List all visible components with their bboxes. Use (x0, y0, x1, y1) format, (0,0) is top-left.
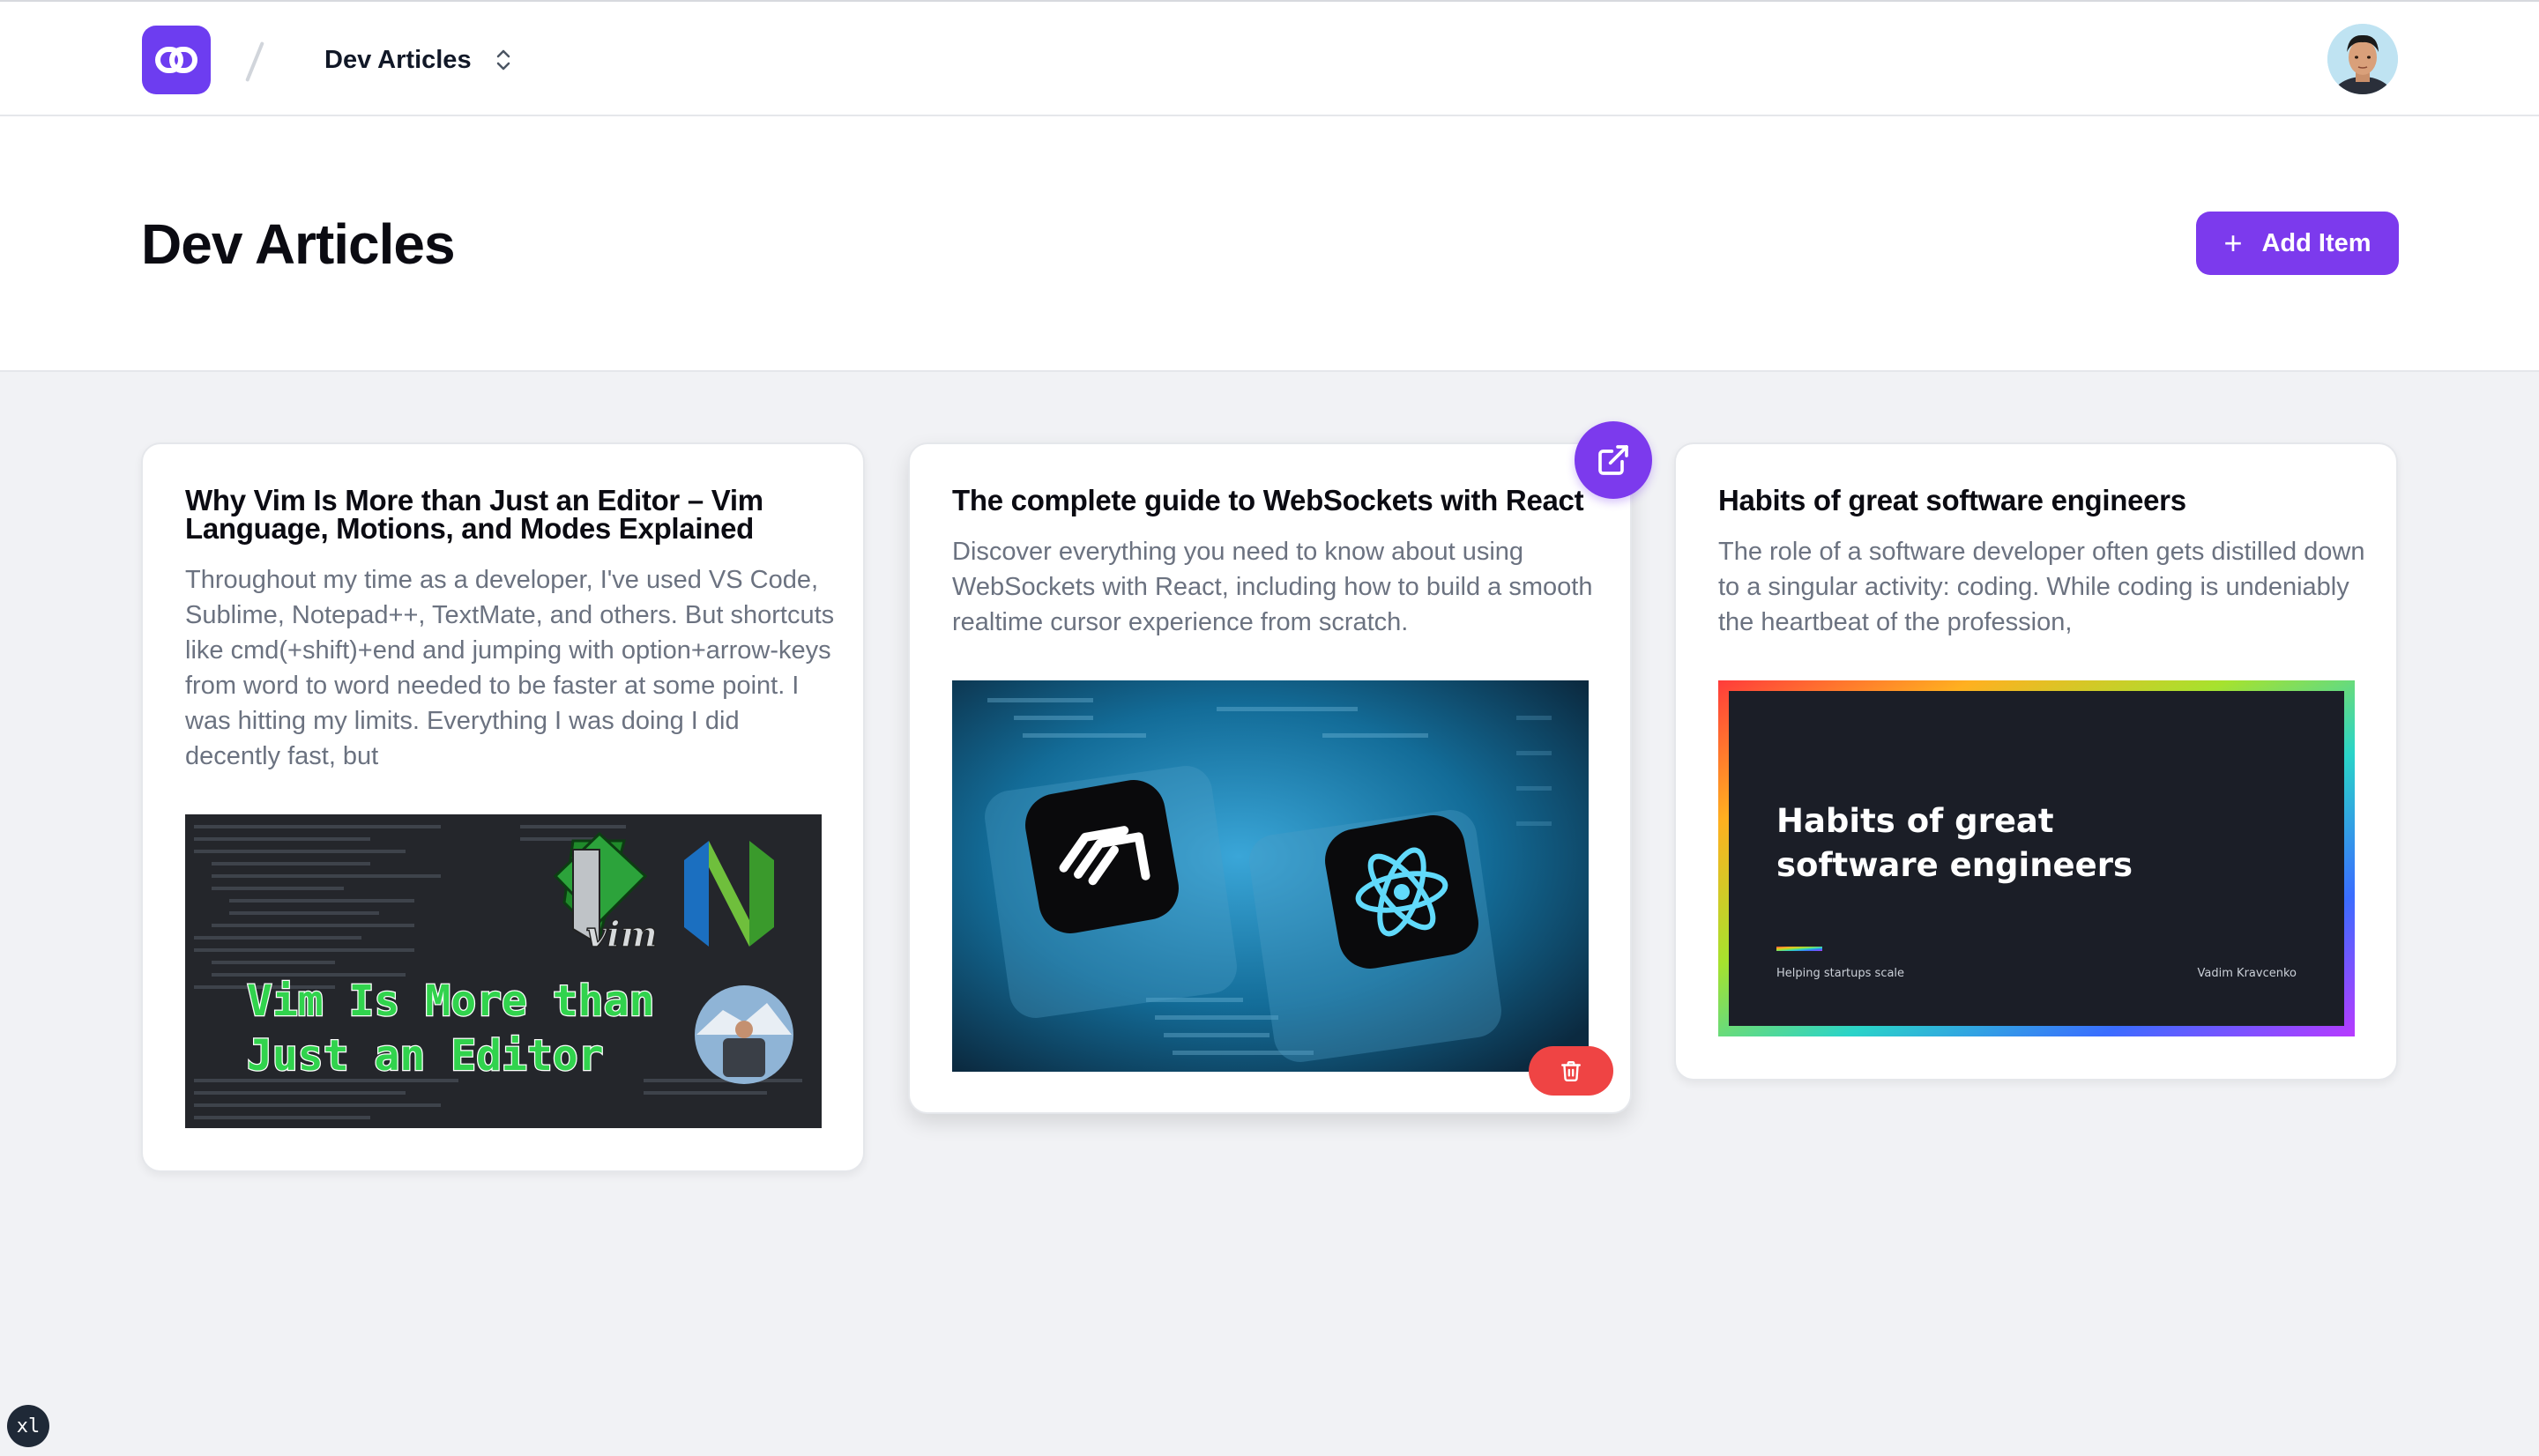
delete-article-button[interactable] (1529, 1046, 1613, 1096)
thumbnail-headline-line2: Just an Editor (247, 1031, 604, 1081)
breadcrumb-separator (245, 41, 264, 83)
article-title: Habits of great software engineers (1718, 484, 2186, 516)
thumbnail-footer-right: Vadim Kravcenko (2198, 967, 2297, 980)
screen-size-badge: xl (7, 1405, 49, 1447)
author-photo (695, 985, 793, 1084)
article-title: Why Vim Is More than Just an Editor – Vi… (185, 484, 763, 545)
top-navigation-bar: Dev Articles (0, 0, 2539, 116)
page-header: Dev Articles + Add Item (0, 116, 2539, 372)
workspace-switcher[interactable]: Dev Articles (324, 41, 512, 79)
page-title: Dev Articles (141, 212, 456, 276)
article-description: Discover everything you need to know abo… (952, 538, 1593, 636)
article-thumbnail-habits: Habits of great software engineers Helpi… (1718, 680, 2355, 1036)
article-title: The complete guide to WebSockets with Re… (952, 484, 1584, 516)
svg-text:vim: vim (586, 914, 658, 955)
websocket-app-icon (1025, 780, 1179, 933)
add-item-label: Add Item (2261, 228, 2371, 257)
thumbnail-footer-left: Helping startups scale (1776, 967, 1904, 980)
article-card-vim[interactable]: Why Vim Is More than Just an Editor – Vi… (141, 442, 865, 1172)
article-thumbnail-vim: vim Vim Is More than Just an Editor (185, 814, 822, 1128)
thumbnail-headline-line2: software engineers (1776, 846, 2133, 884)
thumbnail-headline-line1: Habits of great (1776, 802, 2054, 840)
open-article-button[interactable] (1575, 421, 1652, 499)
article-description: Throughout my time as a developer, I've … (185, 566, 835, 770)
chevron-up-down-icon (496, 49, 510, 71)
link-chain-icon (155, 47, 197, 73)
external-link-icon (1598, 445, 1628, 475)
thumbnail-headline-line1: Vim Is More than (247, 977, 654, 1026)
trash-icon (1561, 1061, 1581, 1082)
app-logo[interactable] (142, 26, 211, 94)
article-description: The role of a software developer often g… (1718, 538, 2365, 636)
article-card-websockets[interactable]: The complete guide to WebSockets with Re… (908, 442, 1632, 1114)
add-item-button[interactable]: + Add Item (2196, 212, 2399, 275)
plus-icon: + (2223, 225, 2243, 261)
react-app-icon (1325, 815, 1478, 969)
article-card-habits[interactable]: Habits of great software engineers The r… (1674, 442, 2398, 1081)
workspace-name: Dev Articles (324, 45, 472, 74)
article-thumbnail-websockets (952, 680, 1589, 1072)
user-avatar[interactable] (2327, 24, 2398, 94)
